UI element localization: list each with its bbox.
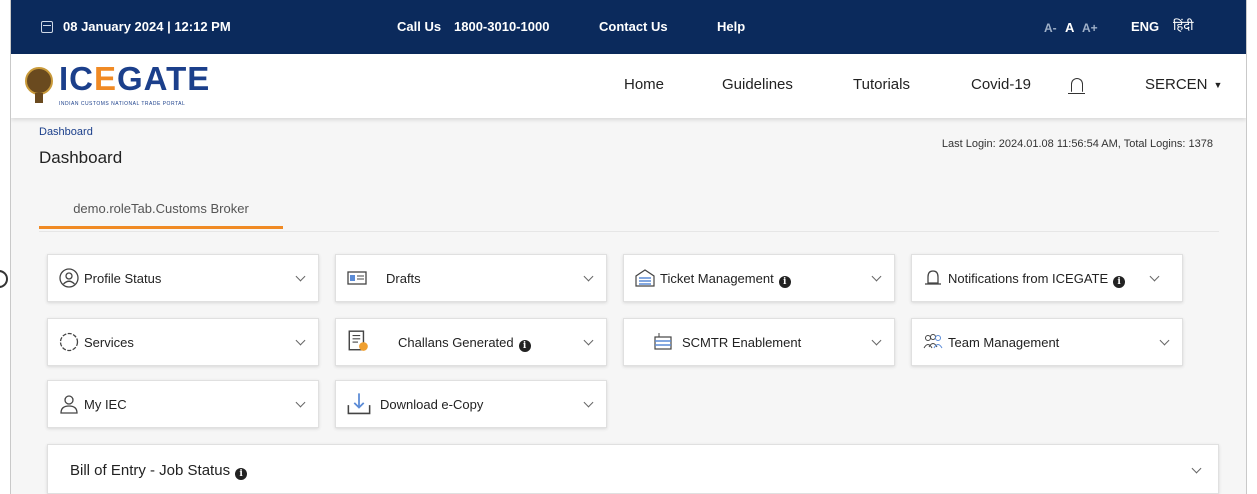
scmtr-building-icon — [654, 333, 672, 350]
nav-guidelines[interactable]: Guidelines — [722, 76, 793, 93]
call-us-label: Call Us — [397, 19, 442, 34]
card-label: Notifications from ICEGATE i — [948, 271, 1126, 288]
info-icon[interactable]: i — [518, 340, 531, 352]
datetime-text: 08 January 2024 | 12:12 PM — [63, 19, 231, 34]
page-title: Dashboard — [39, 148, 123, 167]
card-label: Challans Generated i — [398, 335, 531, 352]
card-label: Profile Status — [84, 271, 162, 286]
user-menu-dropdown[interactable]: SERCEN ▼ — [1145, 76, 1222, 93]
team-people-icon — [923, 334, 943, 349]
download-icon — [347, 393, 371, 415]
panel-title: Bill of Entry - Job Status i — [70, 462, 248, 480]
info-icon[interactable]: i — [1113, 276, 1126, 288]
bill-of-entry-panel[interactable]: Bill of Entry - Job Status i — [47, 444, 1219, 494]
chevron-down-icon — [1191, 463, 1202, 474]
card-team-management[interactable]: Team Management — [911, 318, 1183, 366]
chevron-down-icon — [583, 271, 594, 282]
logo-tagline: INDIAN CUSTOMS NATIONAL TRADE PORTAL — [59, 101, 186, 107]
nav-home[interactable]: Home — [624, 76, 664, 93]
notification-bell-icon — [925, 270, 941, 285]
font-decrease-button[interactable]: A- — [1044, 21, 1057, 35]
card-services[interactable]: Services — [47, 318, 319, 366]
chevron-down-icon — [295, 271, 306, 282]
card-label: SCMTR Enablement — [682, 335, 802, 350]
font-increase-button[interactable]: A+ — [1082, 21, 1098, 35]
card-challans[interactable]: Challans Generated i — [335, 318, 607, 366]
lang-hindi-button[interactable]: हिंदी — [1173, 16, 1194, 34]
challan-document-icon — [348, 330, 368, 351]
breadcrumb[interactable]: Dashboard — [39, 126, 93, 138]
last-login-info: Last Login: 2024.01.08 11:56:54 AM, Tota… — [941, 138, 1213, 150]
chevron-down-icon — [1159, 335, 1170, 346]
help-link[interactable]: Help — [717, 19, 745, 34]
app-frame: 08 January 2024 | 12:12 PM Call Us 1800-… — [10, 0, 1247, 494]
card-profile-status[interactable]: Profile Status — [47, 254, 319, 302]
font-normal-button[interactable]: A — [1065, 20, 1074, 35]
chevron-down-icon — [583, 397, 594, 408]
info-icon[interactable]: i — [778, 276, 791, 288]
card-download-ecopy[interactable]: Download e-Copy — [335, 380, 607, 428]
tab-customs-broker[interactable]: demo.roleTab.Customs Broker — [39, 188, 283, 229]
chevron-down-icon — [295, 397, 306, 408]
card-ticket-management[interactable]: Ticket Management i — [623, 254, 895, 302]
chevron-down-icon — [1149, 271, 1160, 282]
card-my-iec[interactable]: My IEC — [47, 380, 319, 428]
card-label: Ticket Management i — [660, 271, 791, 288]
tabs-divider — [39, 231, 1219, 232]
card-scmtr[interactable]: SCMTR Enablement — [623, 318, 895, 366]
icegate-logo[interactable]: ICEGATE — [59, 62, 210, 96]
cursor-mark — [0, 270, 8, 288]
ticket-building-icon — [635, 269, 655, 287]
main-navbar: ICEGATE INDIAN CUSTOMS NATIONAL TRADE PO… — [11, 54, 1246, 118]
datetime: 08 January 2024 | 12:12 PM — [41, 19, 231, 34]
chevron-down-icon — [871, 271, 882, 282]
top-info-bar: 08 January 2024 | 12:12 PM Call Us 1800-… — [11, 0, 1246, 54]
caret-down-icon: ▼ — [1213, 80, 1223, 90]
calendar-icon — [41, 21, 53, 33]
card-label: My IEC — [84, 397, 127, 412]
card-label: Services — [84, 335, 134, 350]
bell-icon[interactable] — [1068, 78, 1085, 94]
national-emblem-icon — [24, 63, 54, 103]
chevron-down-icon — [295, 335, 306, 346]
card-label: Download e-Copy — [380, 397, 484, 412]
chevron-down-icon — [871, 335, 882, 346]
user-icon — [60, 395, 78, 414]
nav-tutorials[interactable]: Tutorials — [853, 76, 910, 93]
contact-us-link[interactable]: Contact Us — [599, 19, 668, 34]
lang-english-button[interactable]: ENG — [1131, 19, 1159, 34]
info-icon[interactable]: i — [235, 468, 248, 480]
services-gear-icon — [59, 332, 79, 352]
nav-covid[interactable]: Covid-19 — [971, 76, 1031, 93]
chevron-down-icon — [583, 335, 594, 346]
card-label: Team Management — [948, 335, 1060, 350]
card-label: Drafts — [386, 271, 421, 286]
drafts-document-icon — [347, 271, 367, 285]
call-us-number[interactable]: 1800-3010-1000 — [454, 19, 549, 34]
card-drafts[interactable]: Drafts — [335, 254, 607, 302]
card-notifications[interactable]: Notifications from ICEGATE i — [911, 254, 1183, 302]
profile-circle-icon — [59, 268, 79, 288]
